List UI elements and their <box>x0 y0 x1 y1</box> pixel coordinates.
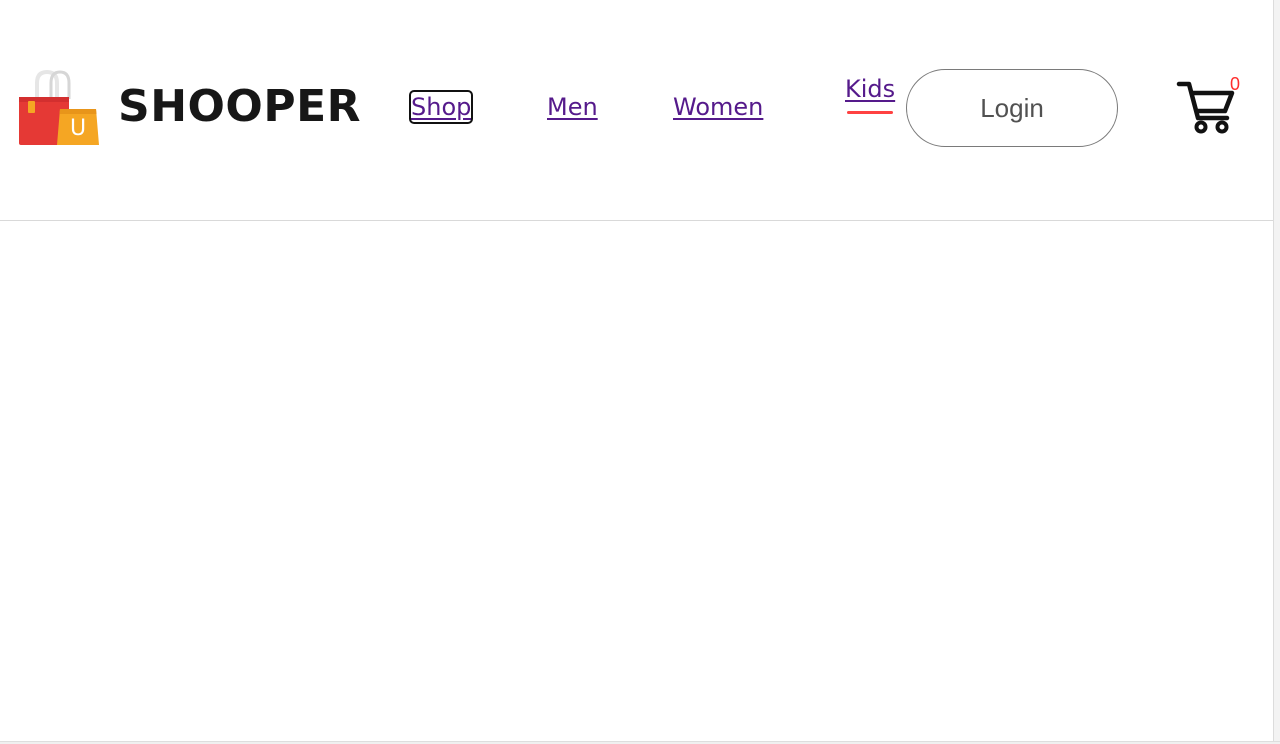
shopping-cart-icon <box>1176 81 1235 134</box>
cart-count-badge: 0 <box>1230 74 1241 94</box>
nav-link-men[interactable]: Men <box>547 92 598 122</box>
cart-button[interactable]: 0 <box>1176 74 1244 138</box>
nav-item-men: Men <box>547 92 598 122</box>
nav-link-women[interactable]: Women <box>673 92 763 122</box>
nav-item-shop: Shop <box>408 90 474 124</box>
login-button[interactable]: Login <box>906 69 1118 147</box>
nav-link-shop[interactable]: Shop <box>408 90 474 124</box>
nav-item-kids: Kids <box>845 74 895 114</box>
nav-item-women: Women <box>673 92 763 122</box>
nav-link-kids[interactable]: Kids <box>845 74 895 104</box>
active-indicator <box>847 111 894 114</box>
page-right-edge <box>1273 0 1280 744</box>
page: U SHOOPER Shop Men Women Kids Login 0 <box>0 0 1280 744</box>
navbar: U SHOOPER Shop Men Women Kids Login 0 <box>0 0 1273 221</box>
